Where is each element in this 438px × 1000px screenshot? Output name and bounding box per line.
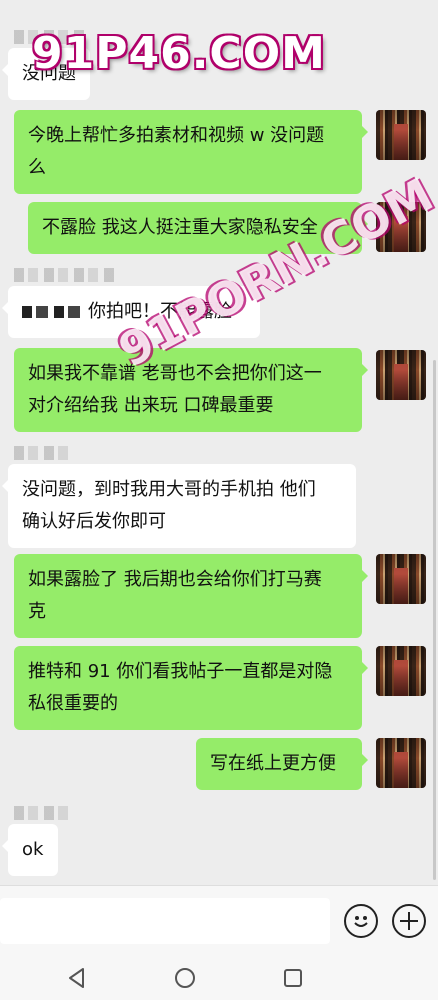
message-text-line: 么 xyxy=(28,157,46,178)
chat-area: 没问题 今晚上帮忙多拍素材和视频 w 没问题 么 不露脸 我这人挺注重大家隐私安… xyxy=(0,0,438,885)
self-avatar[interactable] xyxy=(376,350,426,400)
self-avatar[interactable] xyxy=(376,110,426,160)
message-text-line: 今晚上帮忙多拍素材和视频 w 没问题 xyxy=(28,125,325,146)
message-incoming-3[interactable]: 没问题，到时我用大哥的手机拍 他们 确认好后发你即可 xyxy=(2,464,356,548)
plus-icon[interactable] xyxy=(392,904,426,938)
message-outgoing-6[interactable]: 写在纸上更方便 xyxy=(196,738,368,790)
message-input[interactable] xyxy=(0,898,330,944)
message-text-line: 如果露脸了 我后期也会给你们打马赛 xyxy=(28,569,322,590)
message-text: 不露脸 我这人挺注重大家隐私安全 xyxy=(42,217,318,238)
watermark-main: 91P46.COM xyxy=(32,28,326,79)
input-bar xyxy=(0,885,438,955)
message-text-line: 克 xyxy=(28,601,46,622)
home-icon[interactable] xyxy=(172,965,198,991)
sender-name-blurred xyxy=(14,806,74,820)
recents-icon[interactable] xyxy=(280,965,306,991)
message-outgoing-3[interactable]: 如果我不靠谱 老哥也不会把你们这一 对介绍给我 出来玩 口碑最重要 xyxy=(14,348,368,432)
sender-name-blurred xyxy=(14,268,114,282)
message-text-line: 如果我不靠谱 老哥也不会把你们这一 xyxy=(28,363,322,384)
self-avatar[interactable] xyxy=(376,738,426,788)
message-text-line: 没问题，到时我用大哥的手机拍 他们 xyxy=(22,479,316,500)
self-avatar[interactable] xyxy=(376,646,426,696)
message-text-line: 推特和 91 你们看我帖子一直都是对隐 xyxy=(28,661,333,682)
watermark-diagonal: 91PORN.COM xyxy=(110,167,438,378)
system-navbar xyxy=(0,955,438,1000)
blurred-name xyxy=(22,306,86,318)
message-text-line: 确认好后发你即可 xyxy=(22,511,166,532)
message-text: ok xyxy=(22,839,44,860)
message-text-line: 私很重要的 xyxy=(28,693,118,714)
message-text: 写在纸上更方便 xyxy=(210,753,336,774)
message-outgoing-1[interactable]: 今晚上帮忙多拍素材和视频 w 没问题 么 xyxy=(14,110,368,194)
back-icon[interactable] xyxy=(64,965,90,991)
emoji-icon[interactable] xyxy=(344,904,378,938)
scrollbar[interactable] xyxy=(433,360,436,880)
message-outgoing-5[interactable]: 推特和 91 你们看我帖子一直都是对隐 私很重要的 xyxy=(14,646,368,730)
sender-name-blurred xyxy=(14,446,74,460)
message-text-line: 对介绍给我 出来玩 口碑最重要 xyxy=(28,395,274,416)
self-avatar[interactable] xyxy=(376,554,426,604)
message-outgoing-4[interactable]: 如果露脸了 我后期也会给你们打马赛 克 xyxy=(14,554,368,638)
message-incoming-4[interactable]: ok xyxy=(2,824,58,876)
